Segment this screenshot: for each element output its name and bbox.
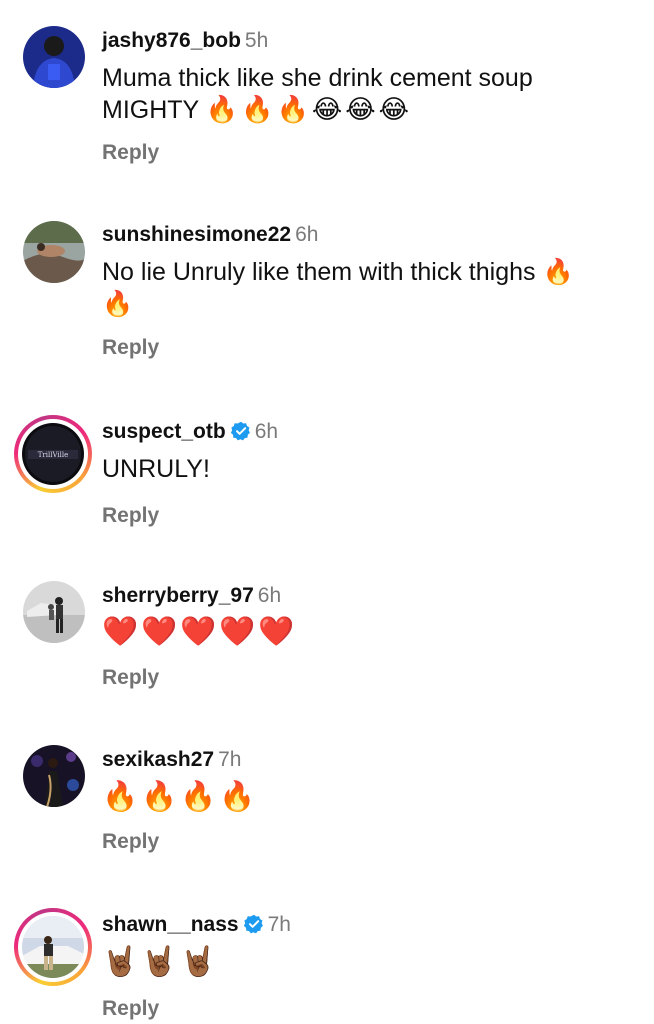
timestamp: 6h bbox=[254, 420, 279, 443]
username[interactable]: sunshinesimone22 bbox=[102, 223, 291, 246]
comment-header: sunshinesimone22 6h bbox=[102, 222, 318, 248]
comment-header: suspect_otb 6h bbox=[102, 419, 278, 445]
reply-button[interactable]: Reply bbox=[102, 503, 159, 529]
avatar[interactable] bbox=[23, 581, 85, 643]
comment-header: sexikash27 7h bbox=[102, 747, 241, 773]
comment-text-word: MIGHTY bbox=[102, 96, 199, 124]
comment-header: sherryberry_97 6h bbox=[102, 583, 281, 609]
username[interactable]: suspect_otb bbox=[102, 420, 226, 443]
avatar-story-ring[interactable]: TrillVille bbox=[14, 415, 92, 493]
timestamp: 6h bbox=[295, 223, 319, 246]
reply-button[interactable]: Reply bbox=[102, 335, 159, 361]
comment-text: UNRULY! bbox=[102, 453, 642, 485]
emoji-text: 🔥🔥🔥😂😂😂 bbox=[205, 95, 412, 125]
avatar-image bbox=[23, 581, 85, 643]
verified-badge-icon bbox=[230, 421, 251, 441]
avatar bbox=[22, 916, 84, 978]
reply-button[interactable]: Reply bbox=[102, 140, 159, 166]
comment-text-line: No lie Unruly like them with thick thigh… bbox=[102, 258, 574, 286]
reply-button[interactable]: Reply bbox=[102, 996, 159, 1022]
comment-header: jashy876_bob 5h bbox=[102, 28, 268, 54]
username[interactable]: jashy876_bob bbox=[102, 29, 241, 52]
comment-text-line: MIGHTY 🔥🔥🔥😂😂😂 bbox=[102, 94, 642, 126]
avatar-image bbox=[22, 916, 84, 978]
avatar-logo-text: TrillVille bbox=[38, 451, 69, 459]
avatar-image bbox=[23, 26, 85, 88]
comment-emoji-text: 🔥🔥🔥🔥 bbox=[102, 779, 259, 813]
comment-emoji-text: ❤️❤️❤️❤️❤️ bbox=[102, 614, 298, 648]
comment-text-line: UNRULY! bbox=[102, 455, 210, 483]
comment-text: No lie Unruly like them with thick thigh… bbox=[102, 256, 642, 320]
timestamp: 7h bbox=[267, 913, 291, 936]
avatar[interactable] bbox=[23, 745, 85, 807]
avatar-story-ring[interactable] bbox=[14, 908, 92, 986]
avatar-image bbox=[23, 745, 85, 807]
comment-header: shawn__nass 7h bbox=[102, 912, 291, 938]
avatar-image bbox=[23, 221, 85, 283]
avatar[interactable] bbox=[23, 26, 85, 88]
username[interactable]: sexikash27 bbox=[102, 748, 214, 771]
comment-text: Muma thick like she drink cement soup MI… bbox=[102, 62, 642, 126]
username[interactable]: shawn__nass bbox=[102, 913, 239, 936]
avatar-image: TrillVille bbox=[22, 423, 84, 485]
timestamp: 7h bbox=[218, 748, 242, 771]
comment-text-line: Muma thick like she drink cement soup bbox=[102, 64, 533, 92]
reply-button[interactable]: Reply bbox=[102, 665, 159, 691]
timestamp: 5h bbox=[244, 29, 269, 52]
verified-badge-icon bbox=[243, 914, 264, 934]
comment-text-line: 🔥 bbox=[102, 289, 134, 318]
timestamp: 6h bbox=[257, 584, 282, 607]
comment-emoji-text: 🤘🏾🤘🏾🤘🏾 bbox=[102, 944, 220, 978]
avatar: TrillVille bbox=[22, 423, 84, 485]
username[interactable]: sherryberry_97 bbox=[102, 584, 254, 607]
avatar[interactable] bbox=[23, 221, 85, 283]
reply-button[interactable]: Reply bbox=[102, 829, 159, 855]
